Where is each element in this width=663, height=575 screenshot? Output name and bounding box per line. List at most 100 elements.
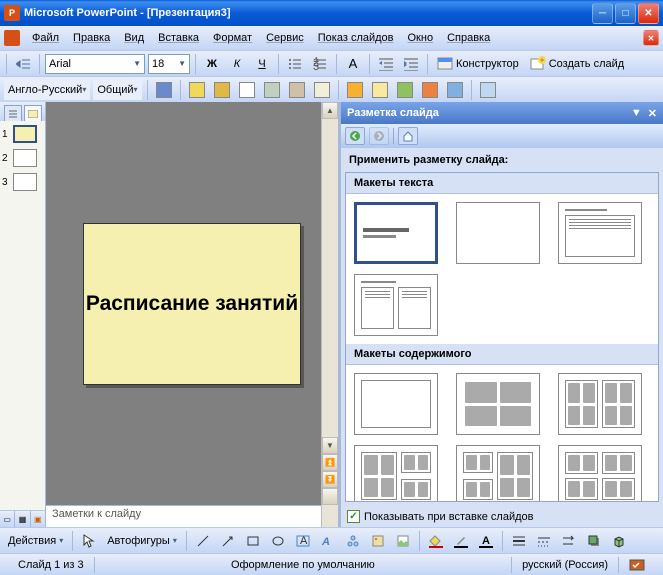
lang-pair-button[interactable]: Англо-Русский ▾	[4, 80, 90, 100]
outline-tab[interactable]	[4, 105, 22, 121]
forward-button[interactable]	[369, 127, 389, 145]
italic-button[interactable]: К	[226, 53, 248, 75]
rectangle-tool[interactable]	[242, 530, 264, 552]
line-tool[interactable]	[192, 530, 214, 552]
tool-icon[interactable]	[211, 79, 233, 101]
slideshow-view-button[interactable]: ▣	[31, 511, 46, 527]
scroll-down-button[interactable]: ▼	[322, 437, 338, 454]
tool-icon[interactable]	[286, 79, 308, 101]
slide[interactable]: Расписание занятий	[83, 223, 301, 385]
textbox-tool[interactable]: A	[292, 530, 314, 552]
diagram-tool[interactable]	[342, 530, 364, 552]
window-title: Microsoft PowerPoint - [Презентация3]	[24, 7, 592, 19]
line-color-button[interactable]	[450, 530, 472, 552]
menu-help[interactable]: Справка	[441, 29, 496, 47]
layout-content-icons[interactable]	[456, 373, 540, 435]
layout-content-four[interactable]	[456, 445, 540, 502]
minimize-button[interactable]: ─	[592, 3, 613, 24]
layout-content-blank[interactable]	[354, 373, 438, 435]
show-on-insert-checkbox[interactable]: ✓	[347, 510, 360, 523]
autoshapes-button[interactable]: Автофигуры ▾	[103, 530, 181, 552]
layout-content-two[interactable]	[558, 373, 642, 435]
tool-icon[interactable]	[261, 79, 283, 101]
tool-icon[interactable]	[419, 79, 441, 101]
slide-title-text[interactable]: Расписание занятий	[86, 290, 298, 317]
fill-color-button[interactable]	[425, 530, 447, 552]
normal-view-button[interactable]: ▭	[0, 511, 15, 527]
tool-icon[interactable]	[394, 79, 416, 101]
tool-icon[interactable]	[153, 79, 175, 101]
layout-title-only[interactable]	[354, 202, 438, 264]
prev-slide-button[interactable]: ⏫	[322, 454, 338, 471]
numbering-button[interactable]: 123	[309, 53, 331, 75]
font-size-selector[interactable]: 18▼	[148, 54, 190, 74]
menu-slideshow[interactable]: Показ слайдов	[312, 29, 400, 47]
layout-content-grid[interactable]	[558, 445, 642, 502]
font-selector[interactable]: Arial▼	[45, 54, 145, 74]
increase-font-button[interactable]: A	[342, 53, 364, 75]
dash-style-button[interactable]	[533, 530, 555, 552]
3d-button[interactable]	[608, 530, 630, 552]
oval-tool[interactable]	[267, 530, 289, 552]
font-size: 18	[152, 58, 164, 70]
tool-icon[interactable]	[311, 79, 333, 101]
back-button[interactable]	[345, 127, 365, 145]
shadow-button[interactable]	[583, 530, 605, 552]
maximize-button[interactable]: □	[615, 3, 636, 24]
tool-icon[interactable]	[369, 79, 391, 101]
notes-pane[interactable]: Заметки к слайду	[46, 505, 321, 527]
status-language[interactable]: русский (Россия)	[512, 559, 618, 571]
menu-view[interactable]: Вид	[118, 29, 150, 47]
next-slide-button[interactable]: ⏬	[322, 471, 338, 488]
task-pane-close-button[interactable]: ✕	[648, 107, 657, 120]
menu-window[interactable]: Окно	[402, 29, 440, 47]
home-button[interactable]	[398, 127, 418, 145]
decrease-indent-button[interactable]	[375, 53, 397, 75]
arrow-tool[interactable]	[217, 530, 239, 552]
line-style-button[interactable]	[508, 530, 530, 552]
notes-scrollbar[interactable]	[321, 505, 338, 527]
picture-tool[interactable]	[392, 530, 414, 552]
slide-canvas[interactable]: Расписание занятий ▲ ▼ ⏫ ⏬	[46, 102, 338, 505]
underline-button[interactable]: Ч	[251, 53, 273, 75]
vertical-scrollbar[interactable]: ▲ ▼ ⏫ ⏬	[321, 102, 338, 505]
menu-tools[interactable]: Сервис	[260, 29, 310, 47]
actions-button[interactable]: Действия ▾	[4, 530, 67, 552]
menu-insert[interactable]: Вставка	[152, 29, 205, 47]
new-slide-button[interactable]: Создать слайд	[526, 53, 628, 75]
layout-content-three[interactable]	[354, 445, 438, 502]
wordart-tool[interactable]: A	[317, 530, 339, 552]
menu-file[interactable]: Файл	[26, 29, 65, 47]
tool-icon[interactable]	[444, 79, 466, 101]
scroll-spacer	[322, 488, 338, 505]
increase-indent-button[interactable]	[400, 53, 422, 75]
slide-thumb-3[interactable]: 3	[2, 173, 43, 191]
layout-two-content[interactable]	[354, 274, 438, 336]
status-spelling-icon[interactable]	[619, 558, 655, 572]
task-pane-menu-button[interactable]: ▼	[631, 107, 642, 120]
sorter-view-button[interactable]: ▦	[15, 511, 30, 527]
lang-mode-button[interactable]: Общий ▾	[93, 80, 141, 100]
arrow-style-button[interactable]	[558, 530, 580, 552]
font-color-button[interactable]: A	[475, 530, 497, 552]
close-button[interactable]: ✕	[638, 3, 659, 24]
slide-design-button[interactable]: Конструктор	[433, 53, 523, 75]
slide-thumb-2[interactable]: 2	[2, 149, 43, 167]
tool-icon[interactable]	[236, 79, 258, 101]
select-tool[interactable]	[78, 530, 100, 552]
clipart-tool[interactable]	[367, 530, 389, 552]
layout-blank[interactable]	[456, 202, 540, 264]
tool-icon[interactable]	[186, 79, 208, 101]
slides-tab[interactable]	[24, 105, 42, 121]
bold-button[interactable]: Ж	[201, 53, 223, 75]
tool-icon[interactable]	[344, 79, 366, 101]
bullets-button[interactable]	[284, 53, 306, 75]
menu-edit[interactable]: Правка	[67, 29, 116, 47]
tool-icon[interactable]	[477, 79, 499, 101]
layout-title-content[interactable]	[558, 202, 642, 264]
scroll-up-button[interactable]: ▲	[322, 102, 338, 119]
menu-format[interactable]: Формат	[207, 29, 258, 47]
doc-close-button[interactable]: ✕	[643, 30, 659, 46]
outdent-button[interactable]	[12, 53, 34, 75]
slide-thumb-1[interactable]: 1	[2, 125, 43, 143]
